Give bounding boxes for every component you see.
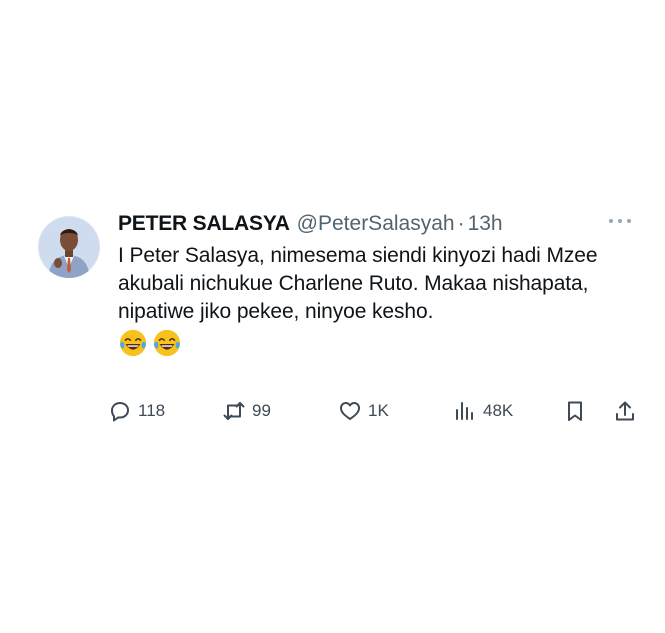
reply-icon	[111, 402, 129, 422]
like-button[interactable]: 1K	[338, 396, 389, 426]
avatar-photo	[38, 216, 100, 278]
face-with-tears-of-joy-icon	[153, 329, 181, 357]
repost-icon	[223, 402, 245, 420]
share-icon	[616, 401, 634, 421]
view-count: 48K	[483, 401, 514, 420]
views-button[interactable]: 48K	[453, 396, 513, 426]
author-name[interactable]: PETER SALASYA	[118, 208, 290, 240]
reply-count: 118	[138, 401, 166, 420]
share-button[interactable]	[613, 396, 637, 426]
repost-button[interactable]: 99	[222, 396, 271, 426]
avatar[interactable]	[38, 216, 100, 278]
reply-button[interactable]: 118	[108, 396, 165, 426]
tweet-content: PETER SALASYA @PeterSalasyah · 13h I Pet…	[118, 208, 643, 360]
tweet-actions: 118 99 1K 48K	[108, 396, 663, 426]
repost-count: 99	[252, 401, 271, 420]
analytics-icon	[456, 402, 473, 420]
tweet-header: PETER SALASYA @PeterSalasyah · 13h	[118, 208, 643, 240]
tweet-text: I Peter Salasya, nimesema siendi kinyozi…	[118, 244, 598, 323]
more-options-icon[interactable]	[609, 216, 631, 226]
like-count: 1K	[368, 401, 389, 420]
heart-icon	[340, 402, 360, 420]
author-handle[interactable]: @PeterSalasyah	[297, 208, 455, 240]
bookmark-button[interactable]	[563, 396, 587, 426]
separator-dot: ·	[457, 212, 465, 235]
tweet-timestamp[interactable]: 13h	[468, 208, 503, 240]
bookmark-icon	[568, 401, 582, 421]
face-with-tears-of-joy-icon	[119, 329, 147, 357]
emoji-row	[118, 328, 643, 360]
